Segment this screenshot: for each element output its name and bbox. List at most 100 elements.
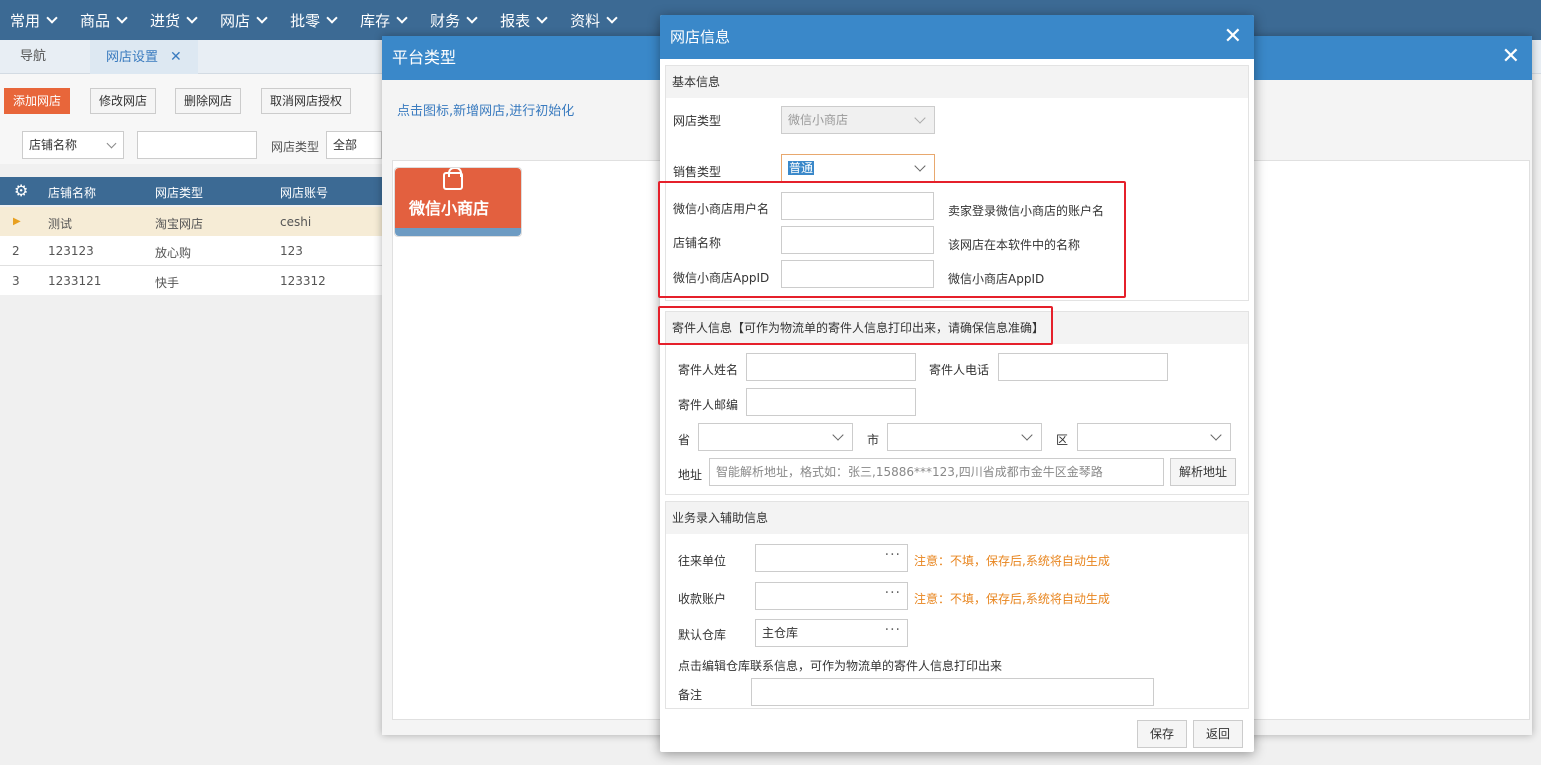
filter-bar: 店铺名称 网店类型 全部 xyxy=(0,128,382,164)
menu-pifa[interactable]: 批零 xyxy=(280,0,350,40)
back-button[interactable]: 返回 xyxy=(1193,720,1243,748)
more-icon[interactable]: ··· xyxy=(885,542,901,568)
sale-type-label: 销售类型 xyxy=(673,165,722,179)
menu-label: 商品 xyxy=(80,11,111,30)
column-header[interactable]: 网店账号 xyxy=(280,184,328,201)
chevron-down-icon xyxy=(536,12,548,24)
province-select[interactable] xyxy=(698,423,853,451)
shop-grid: ⚙ 店铺名称 网店类型 网店账号 ▶ 测试 淘宝网店 ceshi 2 12312… xyxy=(0,177,382,765)
account-note: 注意：不填，保存后,系统将自动生成 xyxy=(914,592,1110,606)
menu-baobiao[interactable]: 报表 xyxy=(490,0,560,40)
cell-account: 123312 xyxy=(280,274,326,288)
sender-phone-label: 寄件人电话 xyxy=(929,363,990,377)
warehouse-input[interactable]: 主仓库 ··· xyxy=(755,619,908,647)
select-value: 店铺名称 xyxy=(29,138,78,152)
search-input[interactable] xyxy=(137,131,257,159)
wechat-shop-logo: 微信小商店 xyxy=(395,168,521,236)
partner-input[interactable]: ··· xyxy=(755,544,908,572)
menu-shangpin[interactable]: 商品 xyxy=(70,0,140,40)
toolbar: 添加网店 修改网店 删除网店 取消网店授权 xyxy=(0,74,382,128)
cell-name: 123123 xyxy=(48,244,94,258)
cell-type: 快手 xyxy=(155,276,180,290)
menu-label: 报表 xyxy=(500,11,531,30)
field-select[interactable]: 店铺名称 xyxy=(22,131,124,159)
menu-kucun[interactable]: 库存 xyxy=(350,0,420,40)
chevron-down-icon xyxy=(326,12,338,24)
column-header[interactable]: 网店类型 xyxy=(155,184,203,201)
gear-icon[interactable]: ⚙ xyxy=(14,181,28,200)
district-select[interactable] xyxy=(1077,423,1231,451)
shop-info-dialog: 网店信息 ✕ 基本信息 网店类型 微信小商店 销售类型 普通 微信小商店用户名 … xyxy=(658,15,1254,752)
cell-name: 测试 xyxy=(48,217,73,231)
table-row[interactable]: 3 1233121 快手 123312 xyxy=(0,266,382,296)
sender-zip-input[interactable] xyxy=(746,388,916,416)
more-icon[interactable]: ··· xyxy=(885,580,901,606)
tab-nav[interactable]: 导航 xyxy=(20,40,46,74)
shopping-bag-icon xyxy=(443,168,463,190)
wechat-shop-tile[interactable]: 微信小商店 xyxy=(394,167,522,237)
row-marker: 2 xyxy=(12,244,20,258)
highlight-box xyxy=(658,181,1126,298)
sale-type-select[interactable]: 普通 xyxy=(781,154,935,182)
remark-input[interactable] xyxy=(751,678,1154,706)
dialog-title: 网店信息 xyxy=(660,15,1254,59)
table-row[interactable]: ▶ 测试 淘宝网店 ceshi xyxy=(0,207,382,237)
close-icon[interactable]: ✕ xyxy=(1224,24,1242,50)
menu-ziliao[interactable]: 资料 xyxy=(560,0,630,40)
menu-wangdian[interactable]: 网店 xyxy=(210,0,280,40)
tab-shop-settings[interactable]: 网店设置 ✕ xyxy=(90,40,198,74)
close-icon[interactable]: ✕ xyxy=(170,49,182,65)
warehouse-edit-tip[interactable]: 点击编辑仓库联系信息，可作为物流单的寄件人信息打印出来 xyxy=(678,657,1002,674)
sender-zip-label: 寄件人邮编 xyxy=(678,398,739,412)
table-row[interactable]: 2 123123 放心购 123 xyxy=(0,236,382,266)
menu-changyong[interactable]: 常用 xyxy=(0,0,70,40)
cell-account: 123 xyxy=(280,244,303,258)
grid-header: ⚙ 店铺名称 网店类型 网店账号 xyxy=(0,177,382,205)
province-label: 省 xyxy=(678,433,691,447)
partner-label: 往来单位 xyxy=(678,554,727,568)
address-label: 地址 xyxy=(678,468,703,482)
chevron-down-icon xyxy=(256,12,268,24)
city-label: 市 xyxy=(867,433,880,447)
revoke-auth-button[interactable]: 取消网店授权 xyxy=(261,88,352,114)
chevron-down-icon xyxy=(914,160,926,172)
chevron-down-icon xyxy=(914,112,926,124)
shop-type-label: 网店类型 xyxy=(673,114,722,128)
menu-jinhuo[interactable]: 进货 xyxy=(140,0,210,40)
menu-label: 资料 xyxy=(570,11,601,30)
chevron-down-icon xyxy=(116,12,128,24)
warehouse-value: 主仓库 xyxy=(762,626,799,640)
district-label: 区 xyxy=(1056,433,1069,447)
platform-hint: 点击图标,新增网店,进行初始化 xyxy=(397,104,575,119)
parse-address-button[interactable]: 解析地址 xyxy=(1170,458,1236,486)
shop-type-filter-select[interactable]: 全部 xyxy=(326,131,382,159)
select-value: 普通 xyxy=(788,161,815,175)
chevron-down-icon xyxy=(1021,429,1033,441)
menu-label: 网店 xyxy=(220,11,251,30)
close-icon[interactable]: ✕ xyxy=(1502,44,1520,70)
city-select[interactable] xyxy=(887,423,1042,451)
cell-name: 1233121 xyxy=(48,274,102,288)
sender-name-input[interactable] xyxy=(746,353,916,381)
account-input[interactable]: ··· xyxy=(755,582,908,610)
address-input[interactable]: 智能解析地址，格式如：张三,15886***123,四川省成都市金牛区金琴路 xyxy=(709,458,1164,486)
save-button[interactable]: 保存 xyxy=(1137,720,1187,748)
add-shop-button[interactable]: 添加网店 xyxy=(4,88,71,114)
business-info-section: 业务录入辅助信息 往来单位 ··· 注意：不填，保存后,系统将自动生成 收款账户… xyxy=(665,501,1249,709)
edit-shop-button[interactable]: 修改网店 xyxy=(90,88,157,114)
chevron-down-icon xyxy=(186,12,198,24)
column-header[interactable]: 店铺名称 xyxy=(48,184,96,201)
menu-caiwu[interactable]: 财务 xyxy=(420,0,490,40)
partner-note: 注意：不填，保存后,系统将自动生成 xyxy=(914,554,1110,568)
select-value: 微信小商店 xyxy=(788,113,849,127)
row-marker: 3 xyxy=(12,274,20,288)
remark-label: 备注 xyxy=(678,688,703,702)
delete-shop-button[interactable]: 删除网店 xyxy=(175,88,242,114)
sender-phone-input[interactable] xyxy=(998,353,1168,381)
tab-label: 网店设置 xyxy=(106,50,159,65)
more-icon[interactable]: ··· xyxy=(885,617,901,643)
shop-type-select: 微信小商店 xyxy=(781,106,935,134)
cell-account: ceshi xyxy=(280,215,312,229)
cell-type: 淘宝网店 xyxy=(155,217,204,231)
chevron-down-icon xyxy=(466,12,478,24)
